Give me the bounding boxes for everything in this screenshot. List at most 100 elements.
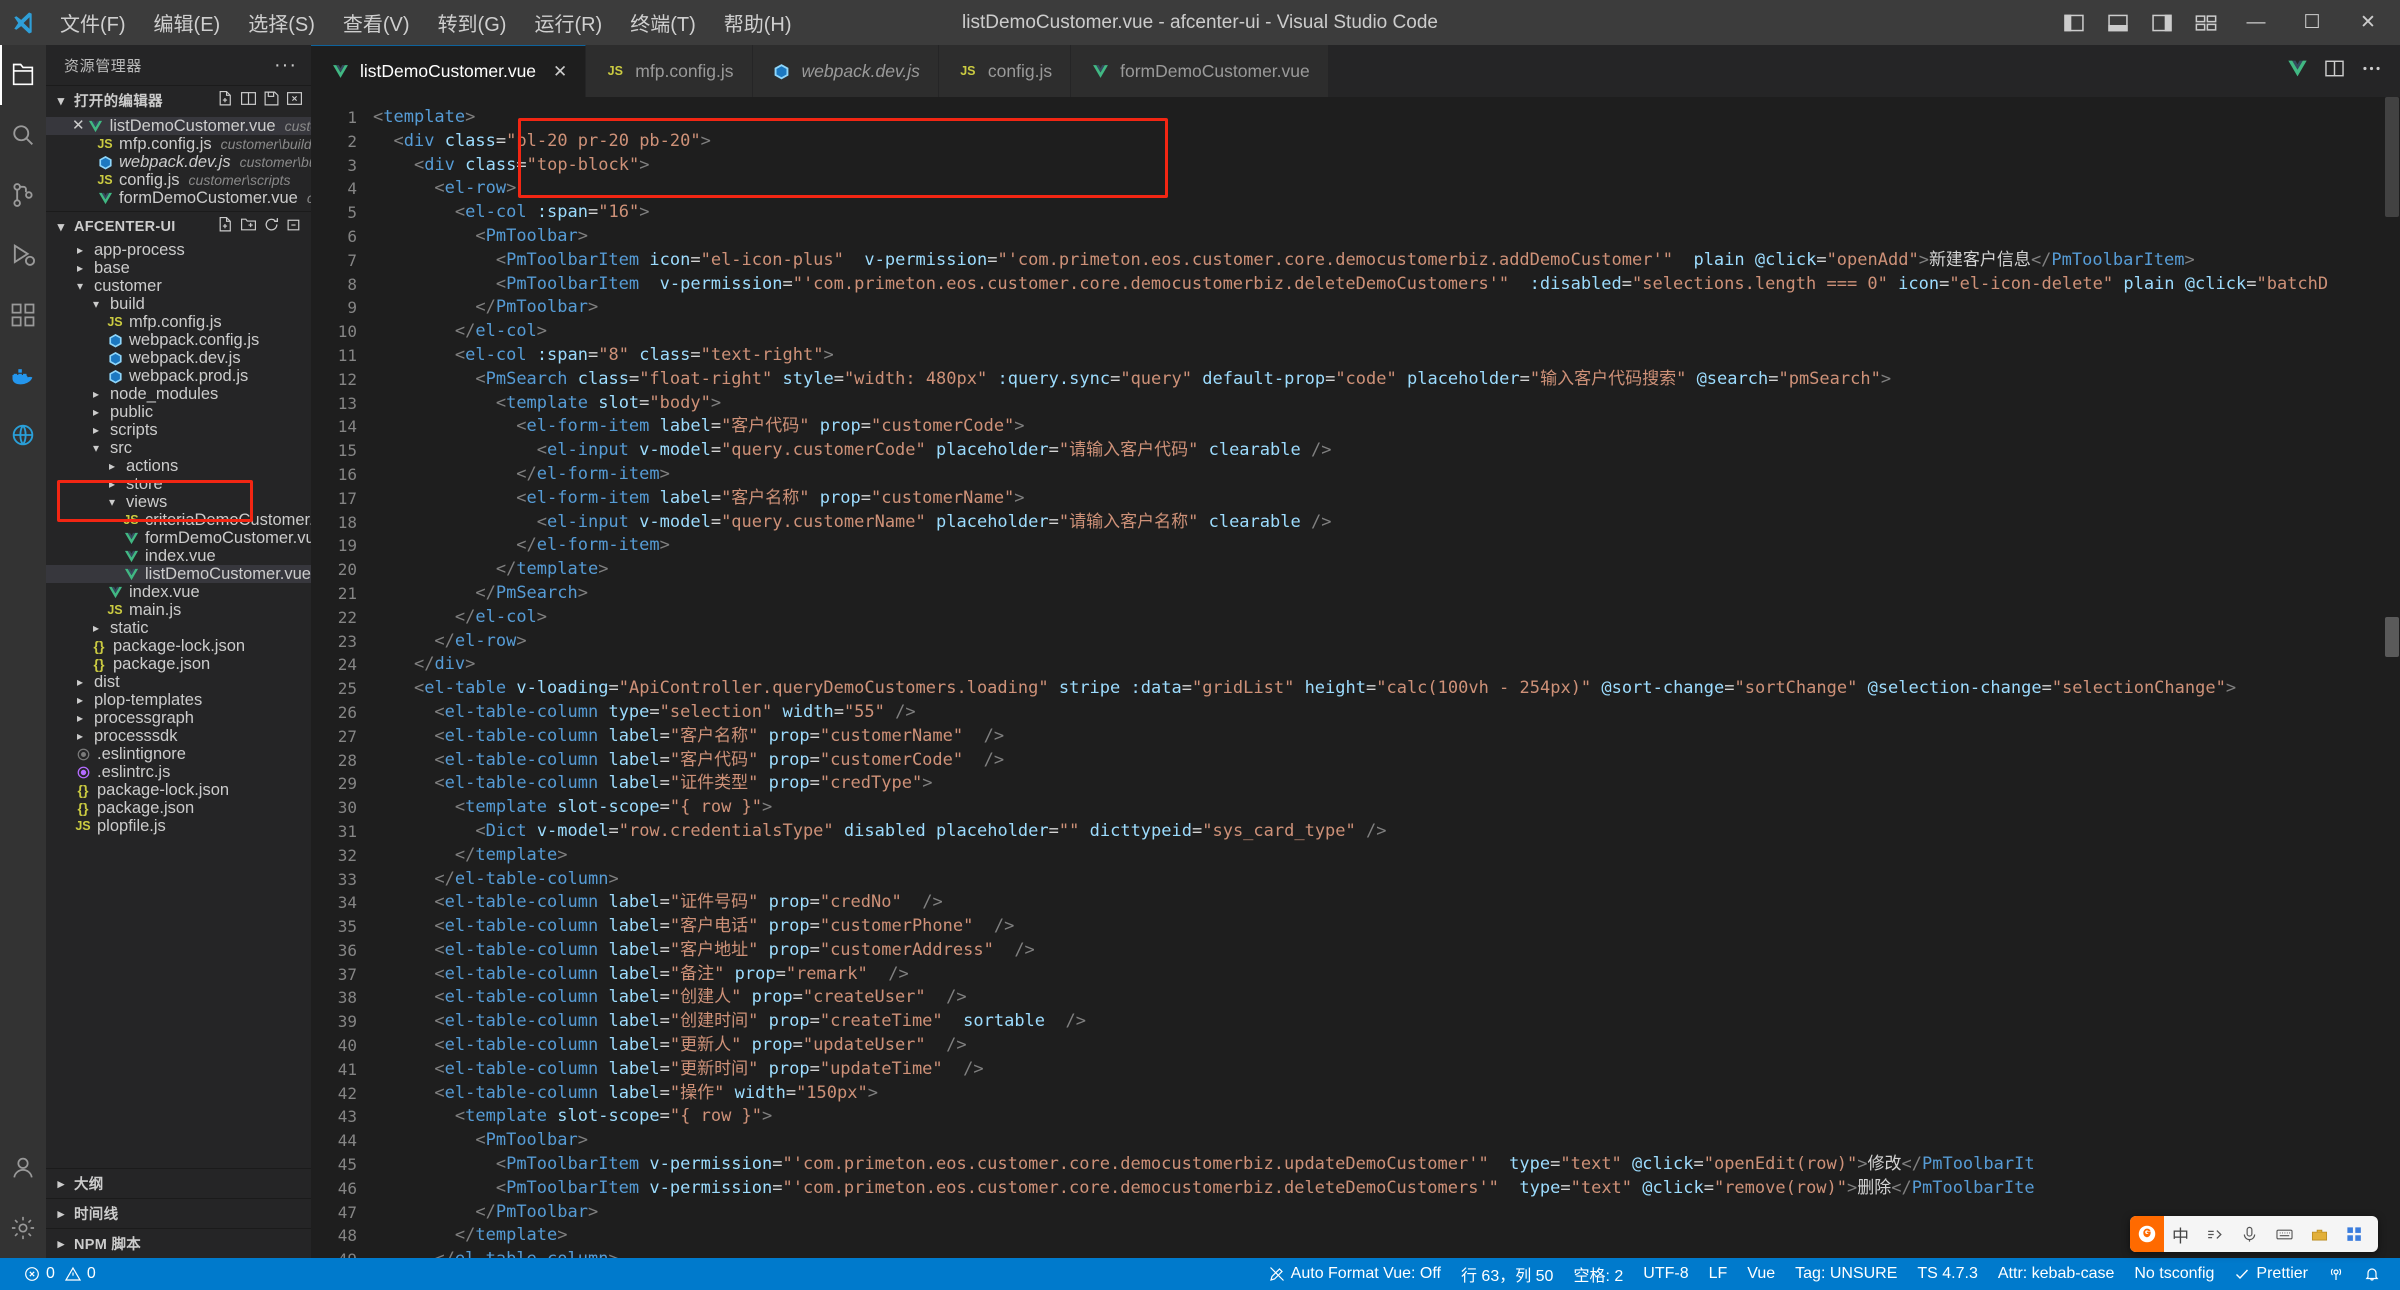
tree-item-dist[interactable]: ▸dist bbox=[46, 673, 311, 691]
sidebar-item-docker[interactable] bbox=[0, 345, 46, 405]
tab-config-js[interactable]: JS config.js bbox=[939, 45, 1071, 97]
editor-tab-bar[interactable]: listDemoCustomer.vue ✕ JS mfp.config.js … bbox=[311, 45, 2400, 97]
ime-toolbox-icon[interactable] bbox=[2302, 1216, 2337, 1252]
status-tsconfig[interactable]: No tsconfig bbox=[2124, 1258, 2224, 1290]
tree-item-processgraph[interactable]: ▸processgraph bbox=[46, 709, 311, 727]
collapse-all-icon[interactable] bbox=[286, 216, 303, 237]
code-line[interactable]: </PmToolbar> bbox=[373, 296, 2400, 320]
tree-item-webpack-prod-js[interactable]: webpack.prod.js bbox=[46, 367, 311, 385]
new-folder-icon[interactable] bbox=[240, 216, 257, 237]
close-editor-icon[interactable]: ✕ bbox=[72, 117, 85, 135]
tab-formDemoCustomer-vue[interactable]: formDemoCustomer.vue bbox=[1071, 45, 1329, 97]
code-line[interactable]: <el-row> bbox=[373, 177, 2400, 201]
code-line[interactable]: <el-table v-loading="ApiController.query… bbox=[373, 677, 2400, 701]
tree-item-public[interactable]: ▸public bbox=[46, 403, 311, 421]
status-typescript-version[interactable]: TS 4.7.3 bbox=[1907, 1258, 1987, 1290]
code-line[interactable]: <el-table-column label="创建时间" prop="crea… bbox=[373, 1010, 2400, 1034]
new-file-icon[interactable] bbox=[217, 90, 234, 111]
code-line[interactable]: <template slot-scope="{ row }"> bbox=[373, 1105, 2400, 1129]
file-tree[interactable]: ▸app-process▸base▾customer▾buildJSmfp.co… bbox=[46, 241, 311, 835]
code-line[interactable]: <el-input v-model="query.customerCode" p… bbox=[373, 439, 2400, 463]
tree-item-plop-templates[interactable]: ▸plop-templates bbox=[46, 691, 311, 709]
status-bar[interactable]: 0 0 Auto Format Vue: Off 行 63，列 50 空格: 2… bbox=[0, 1258, 2400, 1290]
tree-item-customer[interactable]: ▾customer bbox=[46, 277, 311, 295]
code-line[interactable]: <PmToolbarItem v-permission="'com.primet… bbox=[373, 273, 2400, 297]
code-line[interactable]: </el-col> bbox=[373, 320, 2400, 344]
window-minimize-button[interactable]: — bbox=[2228, 0, 2284, 45]
menu-go[interactable]: 转到(G) bbox=[424, 4, 521, 41]
code-line[interactable]: <template slot-scope="{ row }"> bbox=[373, 796, 2400, 820]
code-line[interactable]: <el-table-column label="客户电话" prop="cust… bbox=[373, 915, 2400, 939]
code-line[interactable]: <el-table-column label="操作" width="150px… bbox=[373, 1082, 2400, 1106]
editor-minimap[interactable] bbox=[2384, 97, 2400, 1258]
tree-item-package-json[interactable]: {}package.json bbox=[46, 655, 311, 673]
code-content[interactable]: <template> <div class="pl-20 pr-20 pb-20… bbox=[373, 97, 2400, 1258]
tree-item-scripts[interactable]: ▸scripts bbox=[46, 421, 311, 439]
status-eol[interactable]: LF bbox=[1699, 1258, 1738, 1290]
code-line[interactable]: <PmToolbarItem v-permission="'com.primet… bbox=[373, 1153, 2400, 1177]
code-line[interactable]: </div> bbox=[373, 653, 2400, 677]
code-line[interactable]: <el-table-column label="创建人" prop="creat… bbox=[373, 986, 2400, 1010]
code-line[interactable]: <el-table-column label="客户地址" prop="cust… bbox=[373, 939, 2400, 963]
open-editor-item-mfp-config[interactable]: JS mfp.config.js customer\build bbox=[46, 135, 311, 153]
tree-item-criteriademocustomer-js[interactable]: JScriteriaDemoCustomer.js bbox=[46, 511, 311, 529]
tree-item-package-lock-json[interactable]: {}package-lock.json bbox=[46, 781, 311, 799]
tree-item-base[interactable]: ▸base bbox=[46, 259, 311, 277]
ime-keyboard-icon[interactable] bbox=[2267, 1216, 2302, 1252]
save-all-icon[interactable] bbox=[263, 90, 280, 111]
tree-item-processsdk[interactable]: ▸processsdk bbox=[46, 727, 311, 745]
sidebar-item-run-debug[interactable] bbox=[0, 225, 46, 285]
tree-item-plopfile-js[interactable]: JSplopfile.js bbox=[46, 817, 311, 835]
tab-mfp-config-js[interactable]: JS mfp.config.js bbox=[586, 45, 752, 97]
open-editor-item-config[interactable]: JS config.js customer\scripts bbox=[46, 171, 311, 189]
section-open-editors-header[interactable]: ▾ 打开的编辑器 bbox=[46, 85, 311, 115]
open-editor-item-listDemoCustomer[interactable]: ✕ listDemoCustomer.vue customer\src\view… bbox=[46, 117, 311, 135]
menu-bar[interactable]: 文件(F) 编辑(E) 选择(S) 查看(V) 转到(G) 运行(R) 终端(T… bbox=[46, 4, 806, 41]
tree-item-listdemocustomer-vue[interactable]: listDemoCustomer.vue bbox=[46, 565, 311, 583]
sidebar-item-remote-explorer[interactable] bbox=[0, 405, 46, 465]
status-language-mode[interactable]: Vue bbox=[1737, 1258, 1785, 1290]
ime-mode-chinese[interactable]: 中 bbox=[2164, 1216, 2197, 1252]
customize-layout-icon[interactable] bbox=[2184, 0, 2228, 45]
code-line[interactable]: <el-table-column label="更新人" prop="updat… bbox=[373, 1034, 2400, 1058]
close-all-editors-icon[interactable] bbox=[286, 90, 303, 111]
code-line[interactable]: </el-row> bbox=[373, 630, 2400, 654]
tree-item-src[interactable]: ▾src bbox=[46, 439, 311, 457]
code-line[interactable]: <el-form-item label="客户名称" prop="custome… bbox=[373, 487, 2400, 511]
open-editor-item-formDemoCustomer[interactable]: formDemoCustomer.vue customer\src\views bbox=[46, 189, 311, 207]
code-line[interactable]: <div class="top-block"> bbox=[373, 154, 2400, 178]
section-npm-scripts-header[interactable]: ▸ NPM 脚本 bbox=[46, 1228, 311, 1258]
status-problems[interactable]: 0 0 bbox=[14, 1258, 106, 1290]
status-tag[interactable]: Tag: UNSURE bbox=[1785, 1258, 1907, 1290]
tab-listDemoCustomer-vue[interactable]: listDemoCustomer.vue ✕ bbox=[311, 45, 586, 97]
code-line[interactable]: </el-table-column> bbox=[373, 868, 2400, 892]
split-editor-icon[interactable] bbox=[2324, 58, 2345, 84]
window-maximize-button[interactable]: ☐ bbox=[2284, 0, 2340, 45]
menu-run[interactable]: 运行(R) bbox=[520, 4, 616, 41]
tree-item-mfp-config-js[interactable]: JSmfp.config.js bbox=[46, 313, 311, 331]
code-line[interactable]: </el-table-column> bbox=[373, 1248, 2400, 1258]
tree-item-actions[interactable]: ▸actions bbox=[46, 457, 311, 475]
menu-view[interactable]: 查看(V) bbox=[329, 4, 424, 41]
sidebar-item-search[interactable] bbox=[0, 105, 46, 165]
tab-close-icon[interactable]: ✕ bbox=[553, 62, 567, 82]
status-attr-case[interactable]: Attr: kebab-case bbox=[1988, 1258, 2125, 1290]
code-line[interactable]: <el-table-column label="备注" prop="remark… bbox=[373, 963, 2400, 987]
status-prettier[interactable]: Prettier bbox=[2224, 1258, 2318, 1290]
tree-item-build[interactable]: ▾build bbox=[46, 295, 311, 313]
open-editor-item-webpack-dev[interactable]: webpack.dev.js customer\build bbox=[46, 153, 311, 171]
code-line[interactable]: </template> bbox=[373, 558, 2400, 582]
status-auto-format-vue[interactable]: Auto Format Vue: Off bbox=[1259, 1258, 1451, 1290]
code-line[interactable]: <el-table-column label="证件类型" prop="cred… bbox=[373, 772, 2400, 796]
tree-item-package-lock-json[interactable]: {}package-lock.json bbox=[46, 637, 311, 655]
status-indentation[interactable]: 空格: 2 bbox=[1563, 1258, 1633, 1290]
code-line[interactable]: </template> bbox=[373, 1224, 2400, 1248]
window-close-button[interactable]: ✕ bbox=[2340, 0, 2396, 45]
code-line[interactable]: <el-input v-model="query.customerName" p… bbox=[373, 511, 2400, 535]
refresh-icon[interactable] bbox=[263, 216, 280, 237]
sidebar-item-explorer[interactable] bbox=[0, 45, 46, 105]
toggle-panel-icon[interactable] bbox=[2096, 0, 2140, 45]
editor-vertical-scrollbar-thumb[interactable] bbox=[2385, 97, 2399, 217]
code-line[interactable]: <el-col :span="8" class="text-right"> bbox=[373, 344, 2400, 368]
ime-toolbar[interactable]: 中 bbox=[2130, 1216, 2378, 1252]
